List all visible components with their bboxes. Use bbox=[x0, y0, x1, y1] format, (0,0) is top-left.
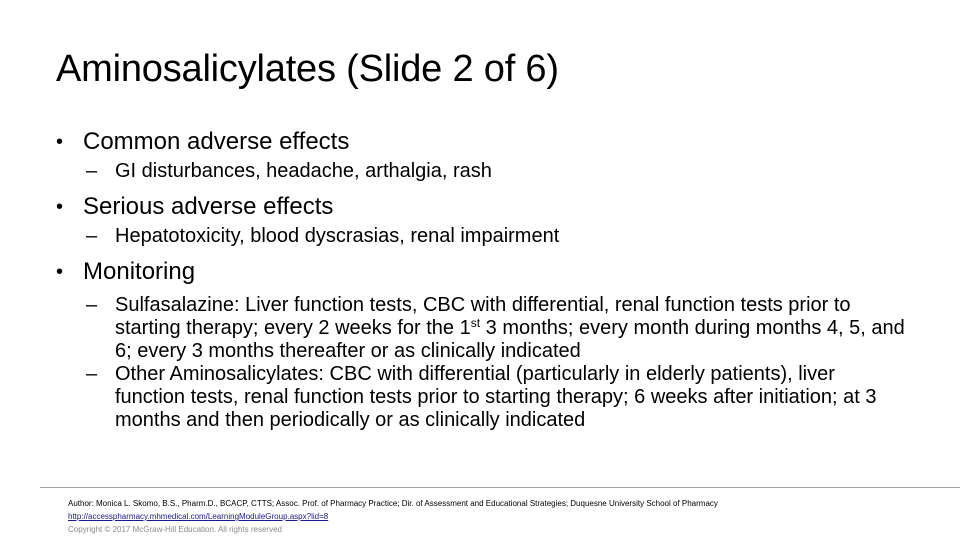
bullet-text: Common adverse effects bbox=[83, 128, 350, 155]
bullet-serious-adverse-effects: • Serious adverse effects bbox=[56, 189, 936, 225]
bullet-text: Serious adverse effects bbox=[83, 193, 334, 220]
bullet-text: Monitoring bbox=[83, 258, 196, 285]
subitem-text: GI disturbances, headache, arthalgia, ra… bbox=[115, 160, 492, 182]
subitem-other-aminosalicylates-monitoring: – Other Aminosalicylates: CBC with diffe… bbox=[56, 363, 905, 432]
dash-icon: – bbox=[86, 294, 98, 316]
subitem-text: Hepatotoxicity, blood dyscrasias, renal … bbox=[115, 225, 560, 247]
footer: Author: Monica L. Skomo, B.S., Pharm.D.,… bbox=[68, 497, 718, 536]
bullet-common-adverse-effects: • Common adverse effects bbox=[56, 124, 936, 160]
bullet-icon: • bbox=[56, 131, 64, 153]
dash-icon: – bbox=[86, 160, 98, 182]
bullet-monitoring: • Monitoring bbox=[56, 254, 936, 290]
subitem-sulfasalazine-monitoring: – Sulfasalazine: Liver function tests, C… bbox=[56, 294, 905, 363]
footer-copyright: Copyright © 2017 McGraw-Hill Education. … bbox=[68, 525, 282, 534]
subitem-serious-effects-list: – Hepatotoxicity, blood dyscrasias, rena… bbox=[56, 225, 905, 248]
dash-icon: – bbox=[86, 225, 98, 247]
bullet-icon: • bbox=[56, 196, 64, 218]
footer-link[interactable]: http://accesspharmacy.mhmedical.com/Lear… bbox=[68, 510, 718, 523]
footer-divider bbox=[40, 487, 960, 488]
dash-icon: – bbox=[86, 363, 98, 385]
subitem-common-effects-list: – GI disturbances, headache, arthalgia, … bbox=[56, 160, 905, 183]
slide-title: Aminosalicylates (Slide 2 of 6) bbox=[56, 48, 559, 90]
slide-body: • Common adverse effects – GI disturbanc… bbox=[56, 124, 936, 432]
slide: Aminosalicylates (Slide 2 of 6) • Common… bbox=[0, 0, 960, 540]
subitem-text: Other Aminosalicylates: CBC with differe… bbox=[115, 363, 877, 431]
footer-author: Author: Monica L. Skomo, B.S., Pharm.D.,… bbox=[68, 499, 718, 508]
bullet-icon: • bbox=[56, 261, 64, 283]
ordinal-superscript: st bbox=[470, 316, 481, 330]
